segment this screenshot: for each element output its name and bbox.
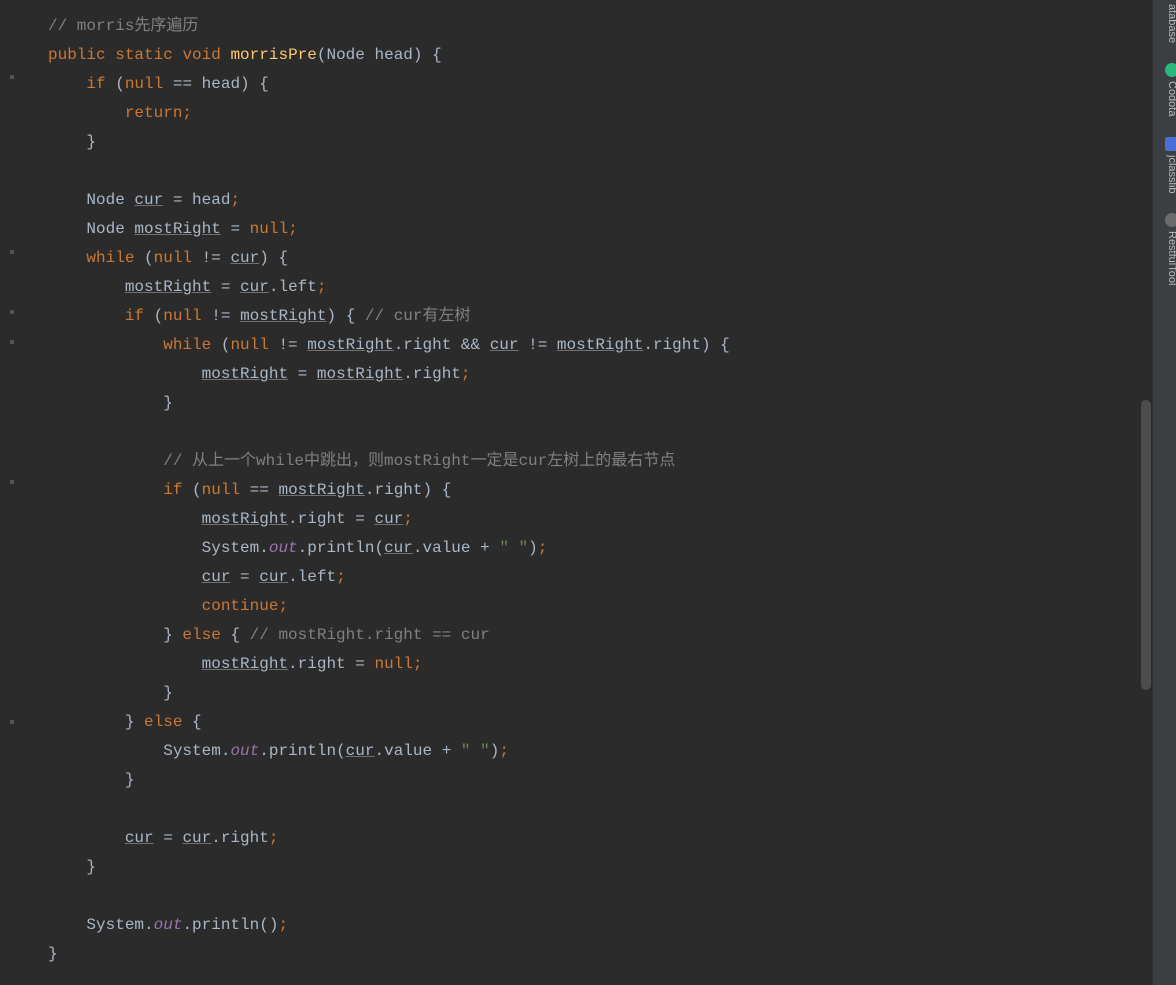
code-line[interactable]: } — [48, 766, 1140, 795]
code-line[interactable]: System.out.println(); — [48, 911, 1140, 940]
codota-label: Codota — [1157, 81, 1176, 116]
codota-icon — [1165, 63, 1176, 77]
code-line[interactable]: mostRight.right = null; — [48, 650, 1140, 679]
code-line[interactable]: } — [48, 389, 1140, 418]
database-label: atabase — [1157, 4, 1176, 43]
scrollbar-track[interactable] — [1140, 0, 1152, 985]
jclasslib-icon — [1165, 137, 1176, 151]
code-line[interactable]: } — [48, 853, 1140, 882]
jclasslib-label: jclasslib — [1157, 155, 1176, 194]
code-line[interactable]: System.out.println(cur.value + " "); — [48, 737, 1140, 766]
code-line[interactable]: } — [48, 128, 1140, 157]
tool-restful[interactable]: RestfulTool — [1153, 209, 1176, 289]
code-line[interactable] — [48, 882, 1140, 911]
code-line[interactable]: } else { // mostRight.right == cur — [48, 621, 1140, 650]
code-line[interactable]: if (null != mostRight) { // cur有左树 — [48, 302, 1140, 331]
code-line[interactable]: if (null == mostRight.right) { — [48, 476, 1140, 505]
scrollbar-thumb[interactable] — [1141, 400, 1151, 690]
code-line[interactable]: // morris先序遍历 — [48, 12, 1140, 41]
code-line[interactable] — [48, 157, 1140, 186]
right-tool-panel: atabase Codota jclasslib RestfulTool — [1152, 0, 1176, 985]
code-editor[interactable]: // morris先序遍历public static void morrisPr… — [0, 0, 1140, 985]
code-line[interactable]: return; — [48, 99, 1140, 128]
code-line[interactable]: Node cur = head; — [48, 186, 1140, 215]
tool-database[interactable]: atabase — [1153, 0, 1176, 47]
code-line[interactable]: } — [48, 679, 1140, 708]
code-line[interactable]: Node mostRight = null; — [48, 215, 1140, 244]
tool-jclasslib[interactable]: jclasslib — [1153, 133, 1176, 198]
code-line[interactable]: mostRight = mostRight.right; — [48, 360, 1140, 389]
tool-codota[interactable]: Codota — [1153, 59, 1176, 120]
code-line[interactable]: mostRight = cur.left; — [48, 273, 1140, 302]
code-line[interactable]: continue; — [48, 592, 1140, 621]
code-line[interactable] — [48, 418, 1140, 447]
code-line[interactable]: while (null != mostRight.right && cur !=… — [48, 331, 1140, 360]
code-line[interactable]: mostRight.right = cur; — [48, 505, 1140, 534]
code-line[interactable]: } else { — [48, 708, 1140, 737]
code-line[interactable]: // 从上一个while中跳出，则mostRight一定是cur左树上的最右节点 — [48, 447, 1140, 476]
code-line[interactable]: cur = cur.right; — [48, 824, 1140, 853]
code-line[interactable]: if (null == head) { — [48, 70, 1140, 99]
code-line[interactable]: System.out.println(cur.value + " "); — [48, 534, 1140, 563]
restful-icon — [1165, 213, 1176, 227]
code-line[interactable]: } — [48, 940, 1140, 969]
restful-label: RestfulTool — [1157, 231, 1176, 285]
code-line[interactable] — [48, 795, 1140, 824]
code-line[interactable]: public static void morrisPre(Node head) … — [48, 41, 1140, 70]
code-line[interactable]: while (null != cur) { — [48, 244, 1140, 273]
code-line[interactable]: cur = cur.left; — [48, 563, 1140, 592]
